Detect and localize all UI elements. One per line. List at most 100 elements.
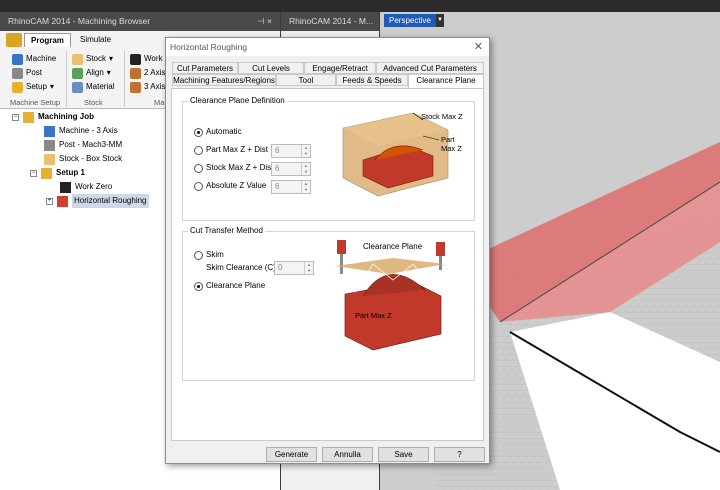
dialog-title-text: Horizontal Roughing xyxy=(170,42,248,52)
radio-stock-max-z[interactable]: Stock Max Z + Dist xyxy=(194,161,273,175)
part-max-z-label-2: Max Z xyxy=(441,144,462,153)
tree-work-zero[interactable]: Work Zero xyxy=(60,180,112,194)
spinner-arrows-icon[interactable]: ▲ ▼ xyxy=(301,181,310,193)
post-button[interactable]: Post xyxy=(12,66,42,80)
tree-root-label: Machining Job xyxy=(38,112,94,121)
save-button[interactable]: Save xyxy=(378,447,429,462)
align-button[interactable]: Align ▾ xyxy=(72,66,111,80)
generate-button[interactable]: Generate xyxy=(266,447,317,462)
radio-icon[interactable] xyxy=(194,281,203,291)
tree-root[interactable]: − Machining Job xyxy=(12,110,94,124)
tree-stock-label: Stock - Box Stock xyxy=(59,154,123,163)
stock-max-z-dist-input[interactable]: 6 ▲ ▼ xyxy=(271,162,311,176)
stock-icon xyxy=(72,53,83,65)
tree-machine[interactable]: Machine - 3 Axis xyxy=(44,124,118,138)
radio-icon[interactable] xyxy=(194,181,203,191)
setup-icon xyxy=(12,81,23,93)
tree-setup-label: Setup 1 xyxy=(56,168,85,177)
radio-part-max-z[interactable]: Part Max Z + Dist xyxy=(194,143,268,157)
setup-icon xyxy=(41,167,52,179)
tree-stock[interactable]: Stock - Box Stock xyxy=(44,152,122,166)
machine-label: Machine xyxy=(26,54,57,63)
tree-setup[interactable]: − Setup 1 xyxy=(30,166,85,180)
spinner-arrows-icon[interactable]: ▲ ▼ xyxy=(301,145,310,157)
expand-icon[interactable]: + xyxy=(46,197,53,205)
material-button[interactable]: Material xyxy=(72,80,114,94)
cancel-button[interactable]: Annulla xyxy=(322,447,373,462)
spinner-arrows-icon[interactable]: ▲ ▼ xyxy=(304,262,313,274)
work-label: Work xyxy=(144,54,163,63)
group-legend: Clearance Plane Definition xyxy=(188,96,287,105)
group-machining: Ma xyxy=(154,98,165,107)
machine-icon xyxy=(44,125,55,137)
axis2-button[interactable]: 2 Axis xyxy=(130,66,165,80)
tab-engage-retract[interactable]: Engage/Retract xyxy=(304,62,376,74)
tab-machining-features[interactable]: Machining Features/Regions xyxy=(172,74,276,86)
tree-operation[interactable]: + Horizontal Roughing xyxy=(46,194,149,208)
help-button[interactable]: ? xyxy=(434,447,485,462)
align-icon xyxy=(72,67,83,79)
panel2-title-text: RhinoCAM 2014 - M... xyxy=(289,16,374,26)
radio-icon[interactable] xyxy=(194,163,203,173)
spinner-arrows-icon[interactable]: ▲ ▼ xyxy=(301,163,310,175)
radio-icon[interactable] xyxy=(194,127,203,137)
skim-clearance-label: Skim Clearance (C) xyxy=(206,261,276,275)
group-stock: Stock xyxy=(84,98,103,107)
post-label: Post xyxy=(26,68,43,77)
collapse-icon[interactable]: − xyxy=(12,113,19,121)
group-legend: Cut Transfer Method xyxy=(188,226,265,235)
work-button[interactable]: Work xyxy=(130,52,163,66)
app-menu-icon[interactable] xyxy=(6,33,22,47)
tab-feeds-speeds[interactable]: Feeds & Speeds xyxy=(336,74,408,86)
stock-icon xyxy=(44,153,55,165)
collapse-icon[interactable]: − xyxy=(30,169,37,177)
material-label: Material xyxy=(86,82,115,91)
material-icon xyxy=(72,81,83,93)
browser-title: RhinoCAM 2014 - Machining Browser ⊣ × xyxy=(0,12,280,31)
tab-cut-levels[interactable]: Cut Levels xyxy=(238,62,304,74)
spin-value: 0 xyxy=(278,263,283,272)
roughing-icon xyxy=(57,195,68,207)
radio-label: Absolute Z Value xyxy=(206,181,267,190)
viewport-dropdown-icon[interactable]: ▼ xyxy=(436,14,444,27)
tree-post[interactable]: Post - Mach3-MM xyxy=(44,138,122,152)
machine-icon xyxy=(12,53,23,65)
tree-work-zero-label: Work Zero xyxy=(75,182,113,191)
tab-advanced-cut-parameters[interactable]: Advanced Cut Parameters xyxy=(376,62,484,74)
setup-label: Setup xyxy=(26,82,47,91)
absolute-z-input[interactable]: 6 ▲ ▼ xyxy=(271,180,311,194)
work-zero-icon xyxy=(60,181,71,193)
tree-operation-label: Horizontal Roughing xyxy=(72,194,149,208)
cut-transfer-method-group: Cut Transfer Method Skim Skim Clearance … xyxy=(182,226,475,381)
skim-clearance-input[interactable]: 0 ▲ ▼ xyxy=(274,261,314,275)
radio-clearance-plane[interactable]: Clearance Plane xyxy=(194,279,265,293)
tab-cut-parameters[interactable]: Cut Parameters xyxy=(172,62,238,74)
radio-absolute-z[interactable]: Absolute Z Value xyxy=(194,179,266,193)
part-max-z-label-1: Part xyxy=(441,135,456,144)
tab-program[interactable]: Program xyxy=(24,33,71,47)
radio-icon[interactable] xyxy=(194,145,203,155)
ribbon-separator xyxy=(66,51,67,107)
pin-icon[interactable]: ⊣ × xyxy=(257,12,272,31)
setup-button[interactable]: Setup ▾ xyxy=(12,80,54,94)
tab-simulate[interactable]: Simulate xyxy=(74,33,117,47)
machine-button[interactable]: Machine xyxy=(12,52,56,66)
spin-value: 6 xyxy=(275,182,280,191)
tab-tool[interactable]: Tool xyxy=(276,74,336,86)
radio-label: Automatic xyxy=(206,127,242,136)
part-max-z-dist-input[interactable]: 6 ▲ ▼ xyxy=(271,144,311,158)
axis3-button[interactable]: 3 Axis xyxy=(130,80,165,94)
tool-left-icon xyxy=(337,240,346,254)
radio-icon[interactable] xyxy=(194,250,203,260)
radio-automatic[interactable]: Automatic xyxy=(194,125,242,139)
radio-label: Stock Max Z + Dist xyxy=(206,163,274,172)
tool-right-icon xyxy=(436,242,445,256)
viewport-label[interactable]: Perspective xyxy=(384,14,436,27)
radio-skim[interactable]: Skim xyxy=(194,248,224,262)
stock-button[interactable]: Stock ▾ xyxy=(72,52,113,66)
post-icon xyxy=(12,67,23,79)
close-icon[interactable]: ✕ xyxy=(474,38,483,56)
tab-clearance-plane[interactable]: Clearance Plane xyxy=(408,74,484,88)
radio-label: Skim xyxy=(206,250,224,259)
tree-machine-label: Machine - 3 Axis xyxy=(59,126,118,135)
